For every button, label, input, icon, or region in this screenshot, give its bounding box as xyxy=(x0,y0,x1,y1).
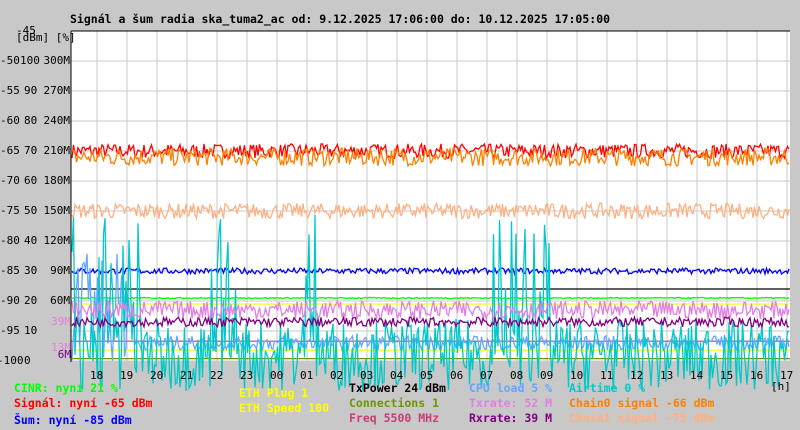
rate-marker-label: 39M xyxy=(51,315,71,328)
legend-signal: Signál: nyní -65 dBm xyxy=(14,396,153,410)
y-tick-pct: 30 xyxy=(24,264,38,277)
x-tick-label: 14 xyxy=(690,369,704,382)
legend-freq: Freq 5500 MHz xyxy=(349,411,440,425)
y-tick-dbm: -75 xyxy=(0,204,20,217)
y-tick-rate: 240M xyxy=(43,114,71,127)
x-tick-label: 19 xyxy=(120,369,134,382)
x-tick-label: 16 xyxy=(750,369,764,382)
legend-txrate: Txrate: 52 M xyxy=(469,396,553,410)
y-tick-pct: 70 xyxy=(24,144,38,157)
y-tick-dbm: -65 xyxy=(0,144,20,157)
x-tick-label: 00 xyxy=(270,369,284,382)
y-tick-rate: 210M xyxy=(43,144,71,157)
y-tick-pct: 50 xyxy=(24,204,38,217)
y-tick-dbm: -100 xyxy=(0,354,24,367)
y-tick-rate: 270M xyxy=(43,84,71,97)
legend-chain0: Chain0 signal -66 dBm xyxy=(569,396,715,410)
y-tick-rate: 90M xyxy=(50,264,70,277)
y-tick-pct: 90 xyxy=(24,84,38,97)
x-tick-label: 22 xyxy=(210,369,224,382)
y-tick-rate: 180M xyxy=(43,174,71,187)
legend-rxrate: Rxrate: 39 M xyxy=(469,411,553,425)
legend-txpower: TxPower 24 dBm xyxy=(349,381,446,395)
y-tick-dbm: -90 xyxy=(0,294,20,307)
x-tick-label: 13 xyxy=(660,369,674,382)
y-tick-dbm: -45 xyxy=(16,24,36,37)
y-tick-pct: 60 xyxy=(24,174,38,187)
legend-connections: Connections 1 xyxy=(349,396,440,410)
legend-eth-plug: ETH Plug 1 xyxy=(239,386,309,400)
y-tick-dbm: -60 xyxy=(0,114,20,127)
legend-cinr: CINR: nyní 21 % xyxy=(14,381,118,395)
chart-root: Signál a šum radia ska_tuma2_ac od: 9.12… xyxy=(0,0,800,430)
y-tick-pct: 0 xyxy=(24,354,31,367)
y-tick-rate: 120M xyxy=(43,234,71,247)
legend-noise: Šum: nyní -85 dBm xyxy=(14,413,132,427)
y-tick-rate: 60M xyxy=(50,294,70,307)
x-tick-label: 20 xyxy=(150,369,164,382)
y-tick-dbm: -80 xyxy=(0,234,20,247)
y-tick-dbm: -70 xyxy=(0,174,20,187)
y-tick-pct: 40 xyxy=(24,234,38,247)
x-tick-label: 01 xyxy=(300,369,314,382)
y-tick-pct: 10 xyxy=(24,324,38,337)
legend-eth-speed: ETH Speed 100 xyxy=(239,401,330,415)
y-tick-rate: 150M xyxy=(43,204,71,217)
legend-airtime: Airtime 0 % xyxy=(569,381,646,395)
x-tick-label: 23 xyxy=(240,369,254,382)
legend-chain1: Chain1 signal -75 dBm xyxy=(569,411,715,425)
y-tick-dbm: -55 xyxy=(0,84,20,97)
x-axis-unit: [h] xyxy=(771,380,791,393)
y-tick-pct: 80 xyxy=(24,114,38,127)
y-tick-dbm: -95 xyxy=(0,324,20,337)
x-tick-label: 21 xyxy=(180,369,194,382)
rate-marker-label: 6M xyxy=(57,348,71,361)
y-tick-pct: 20 xyxy=(24,294,38,307)
legend-cpu: CPU load 5 % xyxy=(469,381,553,395)
x-tick-label: 15 xyxy=(720,369,734,382)
plot-svg xyxy=(70,30,790,392)
x-tick-label: 02 xyxy=(330,369,344,382)
y-tick-pct: 100 xyxy=(20,54,40,67)
y-tick-dbm: -50 xyxy=(0,54,20,67)
y-tick-rate: 300M xyxy=(43,54,71,67)
x-tick-label: 06 xyxy=(450,369,464,382)
y-tick-dbm: -85 xyxy=(0,264,20,277)
